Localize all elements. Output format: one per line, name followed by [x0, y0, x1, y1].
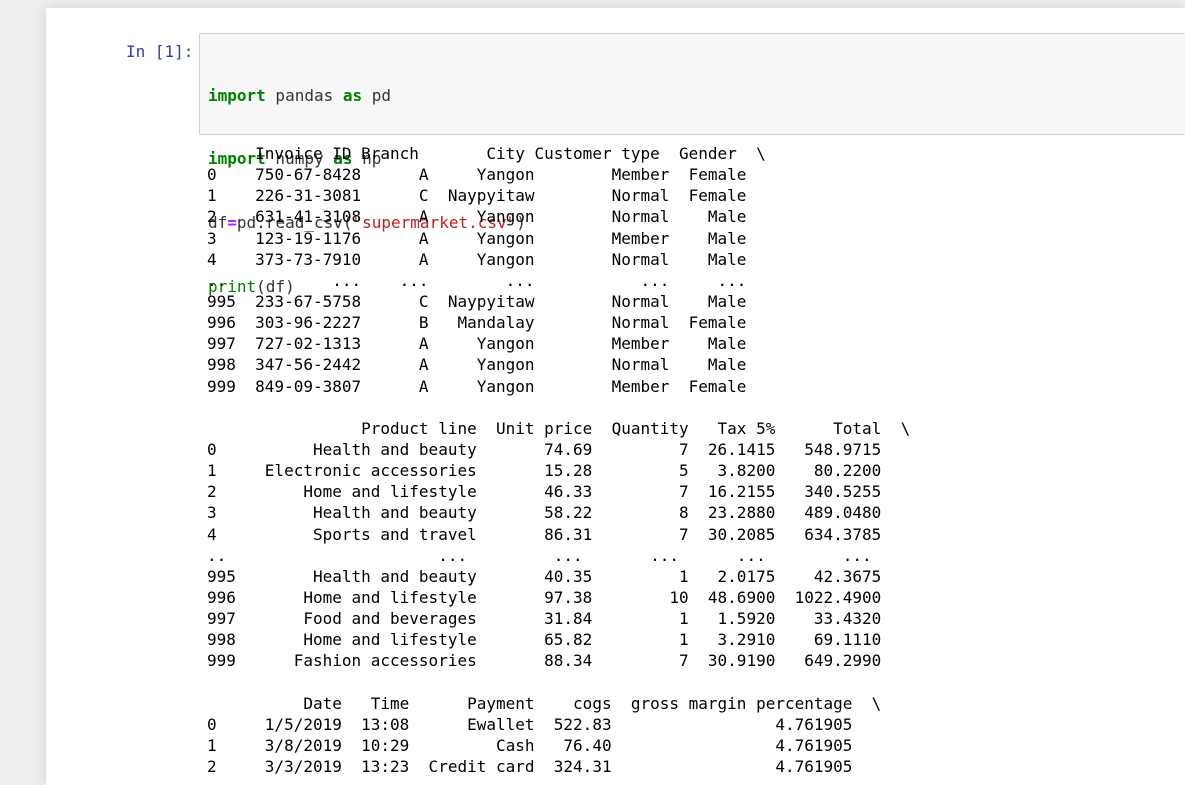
alias-name: pd [362, 85, 392, 105]
keyword: import [208, 85, 266, 105]
table-header: Invoice ID Branch City Customer type Gen… [207, 144, 766, 163]
table-row: 0 750-67-8428 A Yangon Member Female [207, 165, 747, 185]
code-line-1: import pandas as pd [208, 85, 526, 106]
table-row: 4 Sports and travel 86.31 7 30.2085 634.… [207, 524, 882, 544]
output-block-1: Invoice ID Branch City Customer type Gen… [207, 143, 910, 397]
table-row: 2 631-41-3108 A Yangon Normal Male [207, 207, 747, 227]
table-row: 996 303-96-2227 B Mandalay Normal Female [207, 313, 747, 333]
keyword: as [342, 85, 363, 105]
table-row: 995 233-67-5758 C Naypyitaw Normal Male [207, 291, 747, 311]
table-row: 998 Home and lifestyle 65.82 1 3.2910 69… [207, 630, 882, 650]
table-row: 996 Home and lifestyle 97.38 10 48.6900 … [207, 587, 882, 607]
table-row: 1 226-31-3081 C Naypyitaw Normal Female [207, 186, 747, 206]
table-row: 2 3/3/2019 13:23 Credit card 324.31 4.76… [207, 757, 853, 777]
code-editor[interactable]: import pandas as pd import numpy as np d… [199, 33, 1185, 296]
input-prompt: In [1]: [126, 42, 194, 61]
table-row: 997 727-02-1313 A Yangon Member Male [207, 334, 747, 354]
table-row: 2 Home and lifestyle 46.33 7 16.2155 340… [207, 482, 882, 502]
table-row: 3 123-19-1176 A Yangon Member Male [207, 228, 747, 248]
module-name: pandas [265, 85, 343, 105]
table-row: 0 1/5/2019 13:08 Ewallet 522.83 4.761905 [207, 714, 853, 734]
output-block-2: Product line Unit price Quantity Tax 5% … [207, 418, 910, 672]
table-row: 998 347-56-2442 A Yangon Normal Male [207, 355, 747, 375]
table-row: .. ... ... ... ... ... [207, 270, 747, 290]
output-block-3: Date Time Payment cogs gross margin perc… [207, 693, 910, 778]
table-row: 4 373-73-7910 A Yangon Normal Male [207, 249, 747, 269]
table-row: 999 849-09-3807 A Yangon Member Female [207, 376, 747, 396]
table-row: 3 Health and beauty 58.22 8 23.2880 489.… [207, 503, 882, 523]
table-row: 997 Food and beverages 31.84 1 1.5920 33… [207, 609, 882, 629]
table-row: 1 3/8/2019 10:29 Cash 76.40 4.761905 [207, 735, 853, 755]
table-row: 995 Health and beauty 40.35 1 2.0175 42.… [207, 566, 882, 586]
cell-output: Invoice ID Branch City Customer type Gen… [207, 143, 910, 777]
table-row: .. ... ... ... ... ... [207, 545, 872, 565]
table-row: 1 Electronic accessories 15.28 5 3.8200 … [207, 461, 882, 481]
table-row: 0 Health and beauty 74.69 7 26.1415 548.… [207, 439, 882, 459]
table-header: Product line Unit price Quantity Tax 5% … [207, 418, 911, 438]
table-header: Date Time Payment cogs gross margin perc… [207, 693, 882, 713]
notebook-page: In [1]: import pandas as pd import numpy… [46, 8, 1185, 785]
table-row: 999 Fashion accessories 88.34 7 30.9190 … [207, 651, 882, 671]
